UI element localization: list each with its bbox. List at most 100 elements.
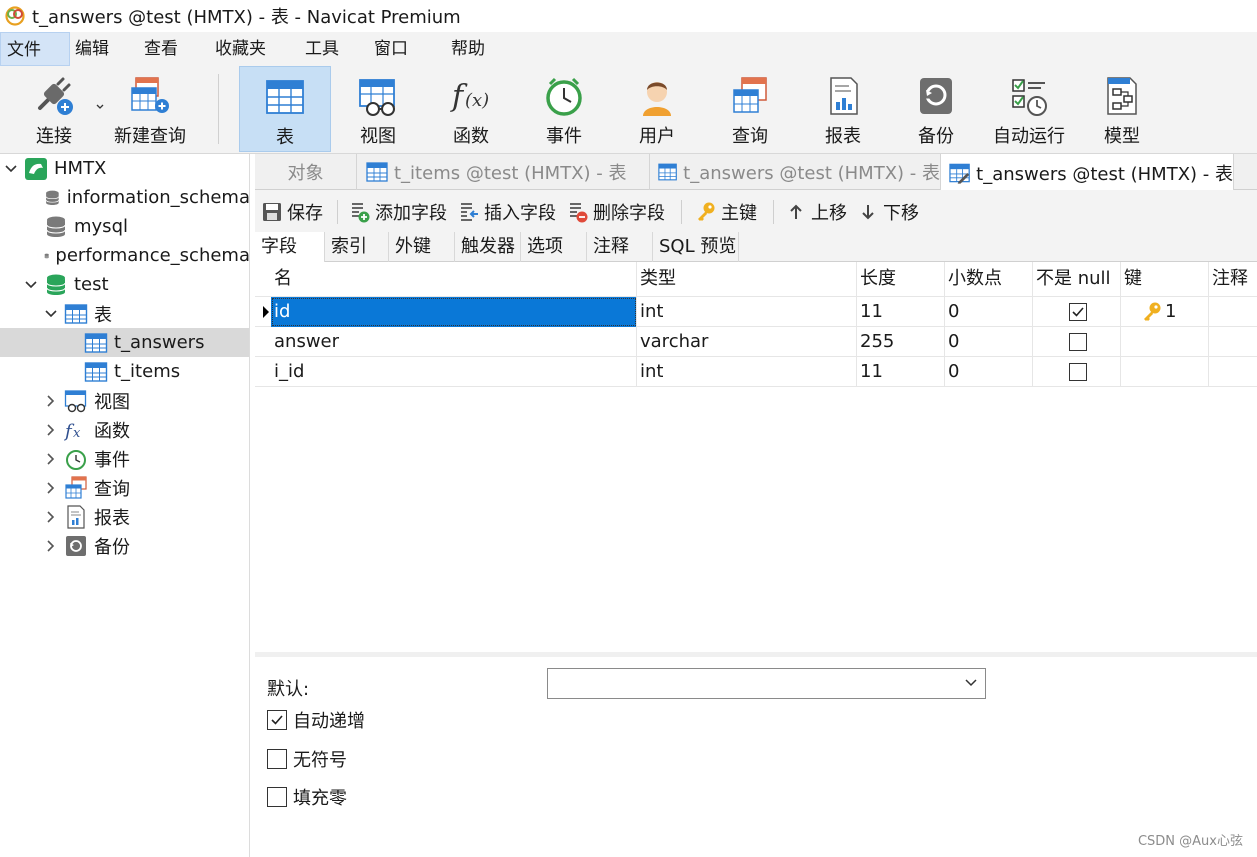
tab-t-answers-inactive[interactable]: t_answers @test (HMTX) - 表 bbox=[650, 154, 941, 190]
field-comment-cell[interactable] bbox=[1209, 327, 1257, 357]
field-name-cell[interactable]: id bbox=[271, 297, 637, 327]
tab-options[interactable]: 选项 bbox=[521, 232, 587, 262]
chevron-down-icon[interactable] bbox=[965, 678, 977, 688]
model-button[interactable]: 模型 bbox=[1076, 66, 1168, 152]
column-header-key[interactable]: 键 bbox=[1121, 262, 1209, 296]
unsigned-checkbox[interactable] bbox=[267, 749, 287, 769]
field-key-cell[interactable] bbox=[1121, 327, 1209, 357]
field-length-cell[interactable]: 11 bbox=[857, 297, 945, 327]
table-button[interactable]: 表 bbox=[239, 66, 331, 152]
tree-db-mysql[interactable]: mysql bbox=[0, 212, 249, 241]
field-key-cell[interactable]: 1 bbox=[1121, 297, 1209, 327]
column-header-length[interactable]: 长度 bbox=[857, 262, 945, 296]
chevron-down-icon[interactable] bbox=[24, 278, 38, 292]
table-row[interactable]: answer varchar 255 0 bbox=[255, 327, 1257, 357]
save-button[interactable]: 保存 bbox=[261, 198, 323, 226]
tree-group-queries[interactable]: 查询 bbox=[0, 473, 249, 502]
chevron-down-icon[interactable] bbox=[44, 307, 58, 321]
column-header-name[interactable]: 名 bbox=[271, 262, 637, 296]
not-null-checkbox[interactable] bbox=[1069, 303, 1087, 321]
field-decimals-cell[interactable]: 0 bbox=[945, 327, 1033, 357]
table-row[interactable]: id int 11 0 1 bbox=[255, 297, 1257, 327]
field-length-cell[interactable]: 11 bbox=[857, 357, 945, 387]
column-header-type[interactable]: 类型 bbox=[637, 262, 857, 296]
chevron-right-icon[interactable] bbox=[44, 423, 58, 437]
chevron-right-icon[interactable] bbox=[44, 539, 58, 553]
insert-field-button[interactable]: 插入字段 bbox=[458, 198, 556, 226]
chevron-right-icon[interactable] bbox=[44, 481, 58, 495]
report-button[interactable]: 报表 bbox=[797, 66, 889, 152]
tree-table-t-answers[interactable]: t_answers bbox=[0, 328, 249, 357]
event-button[interactable]: 事件 bbox=[518, 66, 610, 152]
field-type-cell[interactable]: int bbox=[637, 357, 857, 387]
tree-db-performance-schema[interactable]: performance_schema bbox=[0, 241, 249, 270]
view-button[interactable]: 视图 bbox=[332, 66, 424, 152]
field-length-cell[interactable]: 255 bbox=[857, 327, 945, 357]
not-null-checkbox[interactable] bbox=[1069, 333, 1087, 351]
delete-field-button[interactable]: 删除字段 bbox=[567, 198, 665, 226]
backup-button[interactable]: 备份 bbox=[890, 66, 982, 152]
menu-file[interactable]: 文件 bbox=[0, 32, 70, 66]
field-not-null-cell[interactable] bbox=[1033, 357, 1121, 387]
menu-tools[interactable]: 工具 bbox=[305, 32, 339, 66]
field-name-cell[interactable]: i_id bbox=[271, 357, 637, 387]
menu-favorites[interactable]: 收藏夹 bbox=[215, 32, 266, 66]
user-button[interactable]: 用户 bbox=[611, 66, 703, 152]
tree-group-reports[interactable]: 报表 bbox=[0, 502, 249, 531]
tab-t-items[interactable]: t_items @test (HMTX) - 表 bbox=[358, 154, 650, 190]
menu-edit[interactable]: 编辑 bbox=[75, 32, 109, 66]
unsigned-option[interactable]: 无符号 bbox=[267, 746, 347, 772]
connect-dropdown-icon[interactable] bbox=[96, 104, 104, 110]
function-button[interactable]: f (x) 函数 bbox=[425, 66, 517, 152]
field-decimals-cell[interactable]: 0 bbox=[945, 297, 1033, 327]
query-button[interactable]: 查询 bbox=[704, 66, 796, 152]
primary-key-button[interactable]: 主键 bbox=[695, 198, 757, 226]
move-down-button[interactable]: 下移 bbox=[857, 198, 919, 226]
move-up-button[interactable]: 上移 bbox=[785, 198, 847, 226]
tab-triggers[interactable]: 触发器 bbox=[455, 232, 521, 262]
field-key-cell[interactable] bbox=[1121, 357, 1209, 387]
tree-connection-hmtx[interactable]: HMTX bbox=[0, 154, 249, 183]
chevron-right-icon[interactable] bbox=[44, 510, 58, 524]
tab-comments[interactable]: 注释 bbox=[587, 232, 653, 262]
tab-foreign-keys[interactable]: 外键 bbox=[389, 232, 455, 262]
tree-db-test[interactable]: test bbox=[0, 270, 249, 299]
tab-fields[interactable]: 字段 bbox=[255, 232, 325, 263]
chevron-right-icon[interactable] bbox=[44, 452, 58, 466]
tab-objects[interactable]: 对象 bbox=[255, 154, 357, 190]
menu-view[interactable]: 查看 bbox=[144, 32, 178, 66]
new-query-button[interactable]: 新建查询 bbox=[104, 66, 196, 152]
add-field-button[interactable]: 添加字段 bbox=[349, 198, 447, 226]
column-header-comment[interactable]: 注释 bbox=[1209, 262, 1257, 296]
table-row[interactable]: i_id int 11 0 bbox=[255, 357, 1257, 387]
tree-group-backups[interactable]: 备份 bbox=[0, 531, 249, 560]
tree-db-information-schema[interactable]: information_schema bbox=[0, 183, 249, 212]
field-name-cell[interactable]: answer bbox=[271, 327, 637, 357]
field-not-null-cell[interactable] bbox=[1033, 297, 1121, 327]
field-comment-cell[interactable] bbox=[1209, 297, 1257, 327]
menu-window[interactable]: 窗口 bbox=[374, 32, 408, 66]
zerofill-option[interactable]: 填充零 bbox=[267, 784, 347, 810]
auto-increment-option[interactable]: 自动递增 bbox=[267, 707, 365, 733]
field-comment-cell[interactable] bbox=[1209, 357, 1257, 387]
tab-indexes[interactable]: 索引 bbox=[325, 232, 389, 262]
chevron-right-icon[interactable] bbox=[44, 394, 58, 408]
field-not-null-cell[interactable] bbox=[1033, 327, 1121, 357]
auto-increment-checkbox[interactable] bbox=[267, 710, 287, 730]
automation-button[interactable]: 自动运行 bbox=[983, 66, 1075, 152]
field-type-cell[interactable]: varchar bbox=[637, 327, 857, 357]
field-decimals-cell[interactable]: 0 bbox=[945, 357, 1033, 387]
tree-table-t-items[interactable]: t_items bbox=[0, 357, 249, 386]
default-value-combobox[interactable] bbox=[547, 668, 986, 699]
menu-help[interactable]: 帮助 bbox=[451, 32, 485, 66]
chevron-down-icon[interactable] bbox=[4, 162, 18, 176]
zerofill-checkbox[interactable] bbox=[267, 787, 287, 807]
tab-t-answers-active[interactable]: t_answers @test (HMTX) - 表 bbox=[941, 154, 1234, 191]
connect-button[interactable]: 连接 bbox=[6, 66, 102, 152]
tab-sql-preview[interactable]: SQL 预览 bbox=[653, 232, 739, 262]
not-null-checkbox[interactable] bbox=[1069, 363, 1087, 381]
field-type-cell[interactable]: int bbox=[637, 297, 857, 327]
tree-group-events[interactable]: 事件 bbox=[0, 444, 249, 473]
column-header-not-null[interactable]: 不是 null bbox=[1033, 262, 1121, 296]
tree-group-functions[interactable]: f x 函数 bbox=[0, 415, 249, 444]
